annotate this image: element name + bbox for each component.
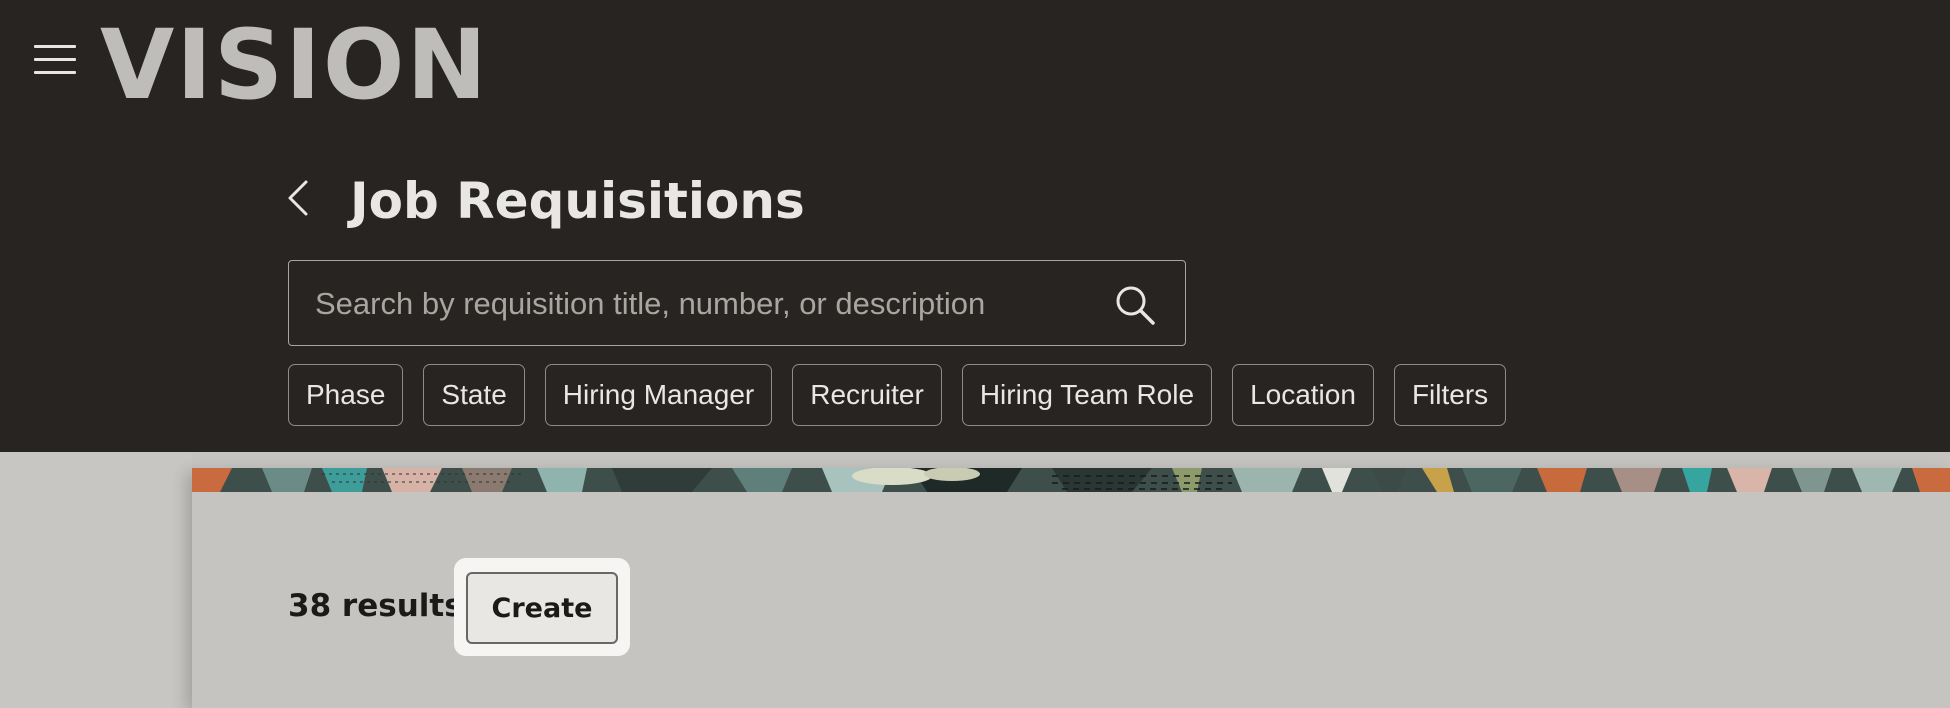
results-panel: 38 results Create xyxy=(192,468,1950,708)
filter-chip-location[interactable]: Location xyxy=(1232,364,1374,426)
results-count: 38 results xyxy=(288,588,463,624)
app-header: VISION Job Requisitions Phase State Hiri… xyxy=(0,0,1950,452)
chevron-left-icon[interactable] xyxy=(284,176,314,220)
decorative-banner xyxy=(192,468,1950,492)
filter-chip-hiring-team-role[interactable]: Hiring Team Role xyxy=(961,364,1213,426)
filter-chip-state[interactable]: State xyxy=(423,364,525,426)
search-field[interactable] xyxy=(288,260,1186,347)
page-title: Job Requisitions xyxy=(350,172,805,230)
filter-chip-recruiter[interactable]: Recruiter xyxy=(792,364,942,426)
side-gutter xyxy=(0,452,192,708)
filter-chips: Phase State Hiring Manager Recruiter Hir… xyxy=(288,364,1507,426)
create-button-highlight: Create xyxy=(454,558,630,656)
search-input[interactable] xyxy=(313,261,1097,347)
search-icon[interactable] xyxy=(1113,283,1157,327)
create-button[interactable]: Create xyxy=(466,572,618,644)
filter-chip-hiring-manager[interactable]: Hiring Manager xyxy=(544,364,773,426)
filter-chip-filters[interactable]: Filters xyxy=(1393,364,1507,426)
app-logo: VISION xyxy=(100,9,489,121)
filter-chip-phase[interactable]: Phase xyxy=(288,364,404,426)
hamburger-menu-icon[interactable] xyxy=(34,42,76,76)
